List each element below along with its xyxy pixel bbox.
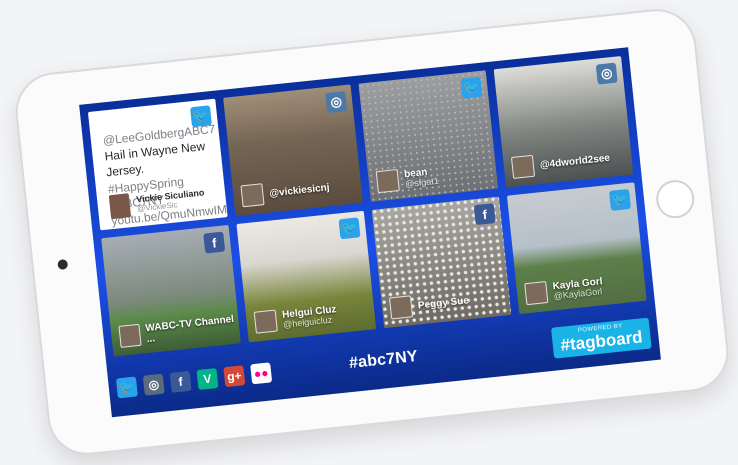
facebook-icon: f <box>473 203 496 226</box>
instagram-photo-card[interactable]: ◎ @vickiesicnj <box>223 84 363 217</box>
tagboard-screen: 🐦 @LeeGoldbergABC7 Hail in Wayne New Jer… <box>79 47 661 418</box>
facebook-photo-card[interactable]: f WABC-TV Channel ... <box>101 224 241 357</box>
google-plus-icon[interactable]: g+ <box>223 365 246 388</box>
instagram-icon[interactable]: ◎ <box>142 373 165 396</box>
camera-dot <box>57 259 69 271</box>
social-feed-grid: 🐦 @LeeGoldbergABC7 Hail in Wayne New Jer… <box>87 56 647 357</box>
avatar <box>118 323 142 348</box>
photo-author: Kayla Gorl @KaylaGorl <box>524 275 604 306</box>
twitter-photo-card[interactable]: 🐦 bean @sfgat1 <box>358 70 499 202</box>
twitter-photo-card[interactable]: 🐦 Helgui Cluz @helguicluz <box>236 210 377 343</box>
home-button[interactable] <box>654 178 697 221</box>
avatar <box>375 168 400 194</box>
facebook-icon: f <box>203 231 226 254</box>
author-name: WABC-TV Channel ... <box>144 313 235 346</box>
photo-author: Peggy Sue <box>388 289 470 320</box>
twitter-icon: 🐦 <box>609 188 631 211</box>
twitter-icon[interactable]: 🐦 <box>115 376 138 399</box>
hashtag-title: #abc7NY <box>348 347 419 373</box>
author-handle: @sfgat1 <box>404 175 440 189</box>
instagram-photo-card[interactable]: ◎ @4dworld2see <box>493 56 634 188</box>
avatar <box>524 281 549 306</box>
author-name: Peggy Sue <box>417 294 470 312</box>
instagram-icon: ◎ <box>595 62 618 85</box>
ipad-device: 🐦 @LeeGoldbergABC7 Hail in Wayne New Jer… <box>11 5 733 459</box>
photo-author: @vickiesicnj <box>240 176 331 208</box>
twitter-photo-card[interactable]: 🐦 Kayla Gorl @KaylaGorl <box>506 182 647 315</box>
avatar <box>108 193 132 220</box>
photo-author: bean @sfgat1 <box>375 165 440 194</box>
avatar <box>253 309 278 334</box>
flickr-icon[interactable]: ●● <box>250 362 273 385</box>
social-icons: 🐦 ◎ f V g+ ●● <box>115 362 273 399</box>
tagboard-name: #tagboard <box>559 326 644 355</box>
photo-author: WABC-TV Channel ... <box>118 313 240 348</box>
tagboard-logo[interactable]: POWERED BY #tagboard <box>550 317 652 359</box>
twitter-icon: 🐦 <box>338 217 361 240</box>
instagram-icon: ◎ <box>325 91 348 114</box>
avatar <box>510 154 536 179</box>
facebook-icon[interactable]: f <box>169 370 192 393</box>
vine-icon[interactable]: V <box>196 368 219 390</box>
tweet-card[interactable]: 🐦 @LeeGoldbergABC7 Hail in Wayne New Jer… <box>87 98 228 231</box>
author-name: @vickiesicnj <box>268 181 331 199</box>
author-name: @4dworld2see <box>539 152 611 171</box>
photo-author: @4dworld2see <box>510 147 611 179</box>
facebook-photo-card[interactable]: f Peggy Sue <box>371 196 512 329</box>
avatar <box>240 183 265 208</box>
photo-author: Helgui Cluz @helguicluz <box>253 303 338 334</box>
twitter-icon: 🐦 <box>460 76 483 99</box>
avatar <box>388 295 414 320</box>
